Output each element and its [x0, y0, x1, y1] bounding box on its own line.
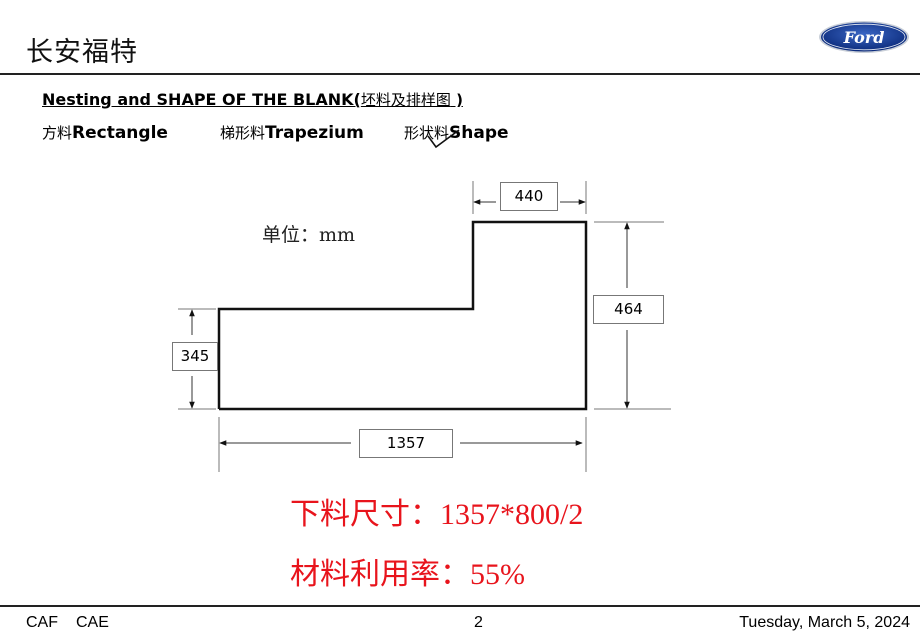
page-number: 2 [474, 614, 483, 631]
footer-dept: CAE [76, 614, 109, 631]
dim-label-right-height: 464 [593, 295, 664, 324]
footer-org: CAF [26, 614, 58, 631]
footer-left: CAF CAE [26, 614, 109, 632]
material-utilization-text: 材料利用率：55% [290, 558, 525, 591]
dim-label-left-height: 345 [172, 342, 218, 371]
dim-label-total-width: 1357 [359, 429, 453, 458]
dim-label-top-width: 440 [500, 182, 558, 211]
blank-outline [217, 220, 588, 411]
footer-divider [0, 605, 920, 607]
footer-date: Tuesday, March 5, 2024 [739, 614, 910, 631]
blank-size-text: 下料尺寸：1357*800/2 [290, 498, 584, 531]
blank-shape-drawing [178, 181, 671, 472]
